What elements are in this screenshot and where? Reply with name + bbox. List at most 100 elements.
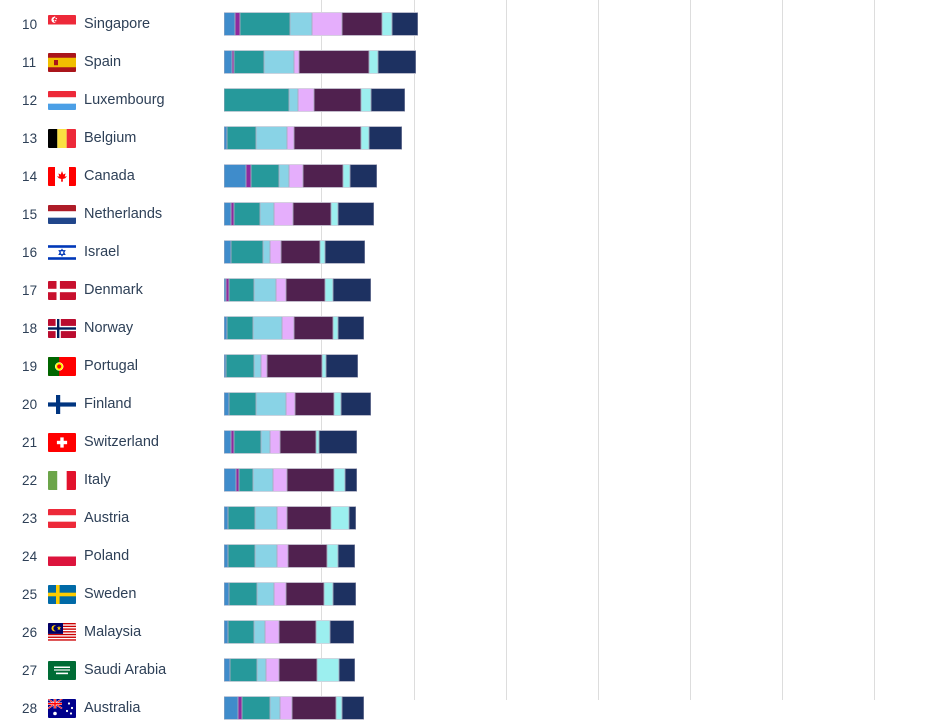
- bar-segment-3[interactable]: [226, 354, 254, 378]
- stacked-bar[interactable]: [224, 164, 377, 188]
- bar-segment-1[interactable]: [224, 202, 231, 226]
- bar-segment-1[interactable]: [224, 468, 236, 492]
- bar-segment-3[interactable]: [234, 430, 261, 454]
- bar-segment-8[interactable]: [338, 316, 364, 340]
- bar-segment-5[interactable]: [274, 582, 286, 606]
- stacked-bar[interactable]: [224, 126, 402, 150]
- bar-segment-4[interactable]: [264, 50, 294, 74]
- bar-segment-8[interactable]: [325, 240, 365, 264]
- bar-segment-5[interactable]: [282, 316, 294, 340]
- chart-row[interactable]: 27 Saudi Arabia: [0, 651, 948, 689]
- bar-segment-4[interactable]: [254, 620, 265, 644]
- bar-segment-7[interactable]: [331, 202, 338, 226]
- bar-segment-6[interactable]: [299, 50, 369, 74]
- bar-segment-6[interactable]: [294, 316, 333, 340]
- bar-segment-3[interactable]: [224, 88, 289, 112]
- bar-segment-4[interactable]: [263, 240, 270, 264]
- bar-segment-3[interactable]: [227, 126, 256, 150]
- bar-segment-4[interactable]: [256, 126, 287, 150]
- bar-segment-7[interactable]: [325, 278, 333, 302]
- bar-segment-6[interactable]: [280, 430, 316, 454]
- stacked-bar[interactable]: [224, 202, 374, 226]
- bar-segment-3[interactable]: [227, 316, 253, 340]
- bar-segment-6[interactable]: [267, 354, 322, 378]
- chart-row[interactable]: 15 Netherlands: [0, 195, 948, 233]
- bar-segment-4[interactable]: [254, 354, 261, 378]
- bar-segment-4[interactable]: [290, 12, 312, 36]
- bar-segment-7[interactable]: [334, 468, 345, 492]
- stacked-bar[interactable]: [224, 658, 355, 682]
- chart-row[interactable]: 19 Portugal: [0, 347, 948, 385]
- bar-segment-8[interactable]: [345, 468, 357, 492]
- stacked-bar[interactable]: [224, 50, 416, 74]
- chart-row[interactable]: 13 Belgium: [0, 119, 948, 157]
- bar-segment-8[interactable]: [341, 392, 371, 416]
- chart-row[interactable]: 16 Israel: [0, 233, 948, 271]
- chart-row[interactable]: 17 Denmark: [0, 271, 948, 309]
- bar-segment-7[interactable]: [369, 50, 378, 74]
- bar-segment-5[interactable]: [265, 620, 279, 644]
- bar-segment-6[interactable]: [294, 126, 361, 150]
- bar-segment-5[interactable]: [277, 544, 288, 568]
- bar-segment-5[interactable]: [276, 278, 286, 302]
- bar-segment-3[interactable]: [239, 468, 253, 492]
- bar-segment-6[interactable]: [314, 88, 361, 112]
- bar-segment-4[interactable]: [257, 658, 266, 682]
- bar-segment-8[interactable]: [333, 278, 371, 302]
- chart-row[interactable]: 22 Italy: [0, 461, 948, 499]
- stacked-bar[interactable]: [224, 278, 371, 302]
- bar-segment-3[interactable]: [230, 658, 257, 682]
- chart-row[interactable]: 11 Spain: [0, 43, 948, 81]
- bar-segment-3[interactable]: [234, 50, 264, 74]
- bar-segment-6[interactable]: [288, 544, 327, 568]
- chart-row[interactable]: 14 Canada: [0, 157, 948, 195]
- stacked-bar[interactable]: [224, 12, 418, 36]
- bar-segment-4[interactable]: [256, 392, 286, 416]
- chart-row[interactable]: 20 Finland: [0, 385, 948, 423]
- bar-segment-7[interactable]: [361, 88, 371, 112]
- bar-segment-7[interactable]: [316, 620, 330, 644]
- bar-segment-7[interactable]: [334, 392, 341, 416]
- bar-segment-1[interactable]: [224, 12, 235, 36]
- chart-row[interactable]: 26 Malaysia: [0, 613, 948, 651]
- stacked-bar[interactable]: [224, 88, 405, 112]
- bar-segment-8[interactable]: [338, 202, 374, 226]
- bar-segment-6[interactable]: [279, 658, 317, 682]
- bar-segment-3[interactable]: [229, 392, 256, 416]
- bar-segment-8[interactable]: [349, 506, 356, 530]
- bar-segment-3[interactable]: [229, 582, 257, 606]
- stacked-bar[interactable]: [224, 430, 357, 454]
- chart-row[interactable]: 10 Singapore: [0, 5, 948, 43]
- stacked-bar[interactable]: [224, 392, 371, 416]
- bar-segment-5[interactable]: [277, 506, 287, 530]
- chart-row[interactable]: 23 Austria: [0, 499, 948, 537]
- bar-segment-5[interactable]: [286, 392, 295, 416]
- bar-segment-4[interactable]: [253, 316, 282, 340]
- bar-segment-8[interactable]: [326, 354, 358, 378]
- bar-segment-7[interactable]: [317, 658, 339, 682]
- bar-segment-4[interactable]: [279, 164, 289, 188]
- bar-segment-6[interactable]: [293, 202, 331, 226]
- bar-segment-4[interactable]: [257, 582, 274, 606]
- bar-segment-4[interactable]: [255, 506, 277, 530]
- bar-segment-7[interactable]: [361, 126, 369, 150]
- stacked-bar[interactable]: [224, 468, 357, 492]
- stacked-bar[interactable]: [224, 620, 354, 644]
- bar-segment-8[interactable]: [339, 658, 355, 682]
- chart-row[interactable]: 28 Australia: [0, 689, 948, 727]
- bar-segment-7[interactable]: [327, 544, 338, 568]
- stacked-bar[interactable]: [224, 240, 365, 264]
- bar-segment-6[interactable]: [286, 278, 325, 302]
- bar-segment-3[interactable]: [234, 202, 260, 226]
- bar-segment-5[interactable]: [312, 12, 342, 36]
- chart-row[interactable]: 18 Norway: [0, 309, 948, 347]
- bar-segment-1[interactable]: [224, 50, 232, 74]
- bar-segment-1[interactable]: [224, 164, 246, 188]
- bar-segment-3[interactable]: [229, 278, 254, 302]
- bar-segment-6[interactable]: [342, 12, 382, 36]
- bar-segment-6[interactable]: [287, 506, 331, 530]
- bar-segment-4[interactable]: [254, 278, 276, 302]
- stacked-bar[interactable]: [224, 506, 356, 530]
- bar-segment-3[interactable]: [228, 620, 254, 644]
- bar-segment-8[interactable]: [330, 620, 354, 644]
